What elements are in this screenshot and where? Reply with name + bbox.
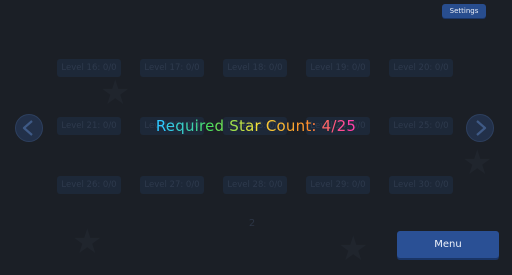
background-star-icon: ★	[72, 222, 103, 262]
background-star-icon: ★	[462, 143, 493, 183]
level-button[interactable]: Level 20: 0/0	[389, 59, 453, 77]
page-number: 2	[248, 218, 256, 229]
level-button[interactable]: Level 17: 0/0	[140, 59, 204, 77]
level-button[interactable]: Level 26: 0/0	[57, 176, 121, 194]
level-button[interactable]: Level 16: 0/0	[57, 59, 121, 77]
menu-button[interactable]: Menu	[397, 231, 499, 258]
settings-button[interactable]: Settings	[442, 4, 486, 18]
level-button[interactable]: Level 27: 0/0	[140, 176, 204, 194]
required-star-count-text: Required Star Count: 4/25	[155, 117, 357, 135]
level-button[interactable]: Level 18: 0/0	[223, 59, 287, 77]
level-button[interactable]: Level 19: 0/0	[306, 59, 370, 77]
background-star-icon: ★	[100, 73, 131, 113]
level-button[interactable]: Level 29: 0/0	[306, 176, 370, 194]
level-button[interactable]: Level 28: 0/0	[223, 176, 287, 194]
level-button[interactable]: Level 30: 0/0	[389, 176, 453, 194]
background-star-icon: ★	[338, 229, 369, 269]
